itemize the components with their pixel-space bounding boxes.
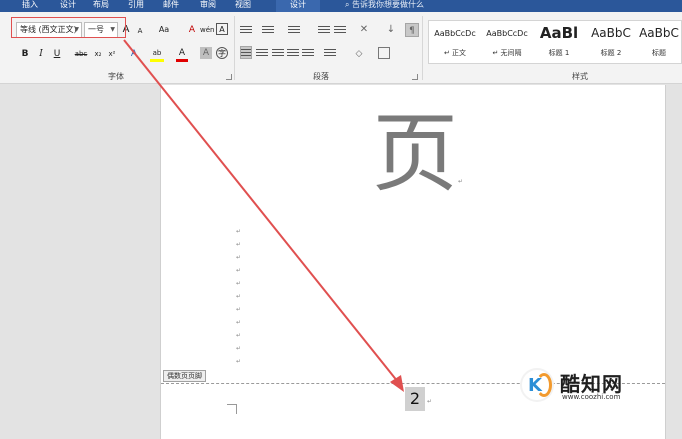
arrow-shaft <box>123 39 399 383</box>
word-window: 插入 设计 布局 引用 邮件 审阅 视图 设计 ⌕ 告诉我你想要做什么 等线 (… <box>0 0 682 439</box>
annotation-arrow <box>123 39 404 392</box>
arrow-head <box>390 375 404 392</box>
